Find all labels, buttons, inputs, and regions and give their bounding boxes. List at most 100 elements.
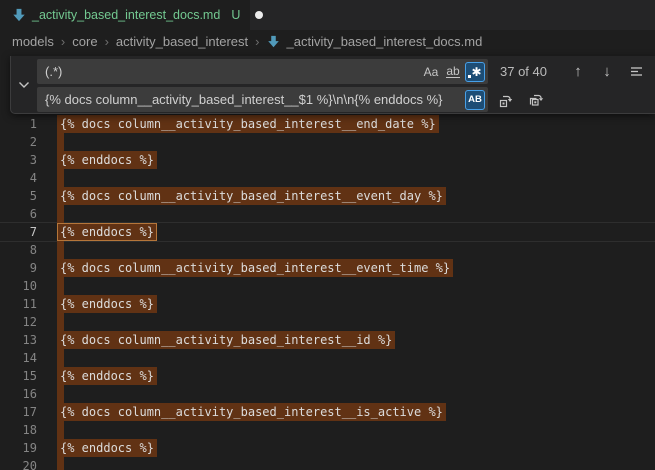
- match-count: 37 of 40: [500, 64, 560, 79]
- regex-button[interactable]: ✱: [465, 62, 485, 82]
- find-match: {% docs column__activity_based_interest_…: [57, 403, 446, 421]
- code-line[interactable]: 3 {% enddocs %}: [0, 151, 655, 169]
- preserve-case-button[interactable]: AB: [465, 90, 485, 110]
- code-line[interactable]: 16: [0, 385, 655, 403]
- find-match: {% enddocs %}: [57, 151, 157, 169]
- line-number: 17: [0, 403, 37, 421]
- line-number: 8: [0, 241, 37, 259]
- toggle-replace-chevron-icon[interactable]: [15, 76, 33, 94]
- find-match: {% docs column__activity_based_interest_…: [57, 331, 395, 349]
- code-line[interactable]: 7 {% enddocs %}: [0, 223, 655, 241]
- chevron-right-icon: ›: [61, 34, 65, 49]
- find-match: {% docs column__activity_based_interest_…: [57, 187, 446, 205]
- line-content: [60, 205, 64, 223]
- breadcrumb-item-core[interactable]: core: [72, 34, 97, 49]
- editor: (.*) Aa ab ✱ 37 of 40 ↑ ↓ ✕: [0, 52, 655, 470]
- chevron-right-icon: ›: [255, 34, 259, 49]
- tab-bar: _activity_based_interest_docs.md U: [0, 0, 655, 30]
- code-line[interactable]: 13 {% docs column__activity_based_interes…: [0, 331, 655, 349]
- code-line[interactable]: 12: [0, 313, 655, 331]
- previous-match-icon[interactable]: ↑: [569, 63, 587, 81]
- unsaved-changes-dot-icon[interactable]: [255, 11, 263, 19]
- line-content: [60, 421, 64, 439]
- line-number: 3: [0, 151, 37, 169]
- line-content: {% enddocs %}: [60, 295, 157, 313]
- find-match-empty-highlight: [57, 241, 64, 259]
- line-number: 14: [0, 349, 37, 367]
- find-match: {% enddocs %}: [57, 367, 157, 385]
- code-line[interactable]: 8: [0, 241, 655, 259]
- next-match-icon[interactable]: ↓: [598, 63, 616, 81]
- line-number: 12: [0, 313, 37, 331]
- find-match-empty-highlight: [57, 421, 64, 439]
- code-line[interactable]: 14: [0, 349, 655, 367]
- match-case-button[interactable]: Aa: [421, 62, 441, 82]
- line-number: 2: [0, 133, 37, 151]
- line-content: [60, 241, 64, 259]
- find-match-empty-highlight: [57, 385, 64, 403]
- breadcrumb: models › core › activity_based_interest …: [0, 30, 655, 52]
- find-match-empty-highlight: [57, 205, 64, 223]
- find-query: (.*): [45, 64, 419, 79]
- code-line[interactable]: 15{% enddocs %}: [0, 367, 655, 385]
- find-match-empty-highlight: [57, 277, 64, 295]
- line-number: 10: [0, 277, 37, 295]
- line-content: [60, 313, 64, 331]
- line-number: 4: [0, 169, 37, 187]
- code-line[interactable]: 5 {% docs column__activity_based_interest…: [0, 187, 655, 205]
- line-number: 19: [0, 439, 37, 457]
- replace-input[interactable]: {% docs column__activity_based_interest_…: [37, 87, 488, 112]
- find-match: {% docs column__activity_based_interest_…: [57, 259, 453, 277]
- code-line[interactable]: 2: [0, 133, 655, 151]
- line-number: 6: [0, 205, 37, 223]
- code-line[interactable]: 4: [0, 169, 655, 187]
- replace-row: {% docs column__activity_based_interest_…: [37, 87, 655, 112]
- find-input[interactable]: (.*) Aa ab ✱: [37, 59, 488, 84]
- code-line[interactable]: 10: [0, 277, 655, 295]
- line-content: [60, 277, 64, 295]
- line-number: 5: [0, 187, 37, 205]
- markdown-file-icon: [267, 35, 280, 48]
- line-content: {% docs column__activity_based_interest_…: [60, 259, 453, 277]
- line-content: {% docs column__activity_based_interest_…: [60, 403, 446, 421]
- line-number: 1: [0, 115, 37, 133]
- line-content: {% enddocs %}: [60, 439, 157, 457]
- line-content: [60, 349, 64, 367]
- code-line[interactable]: 18: [0, 421, 655, 439]
- code-line[interactable]: 19 {% enddocs %}: [0, 439, 655, 457]
- line-number: 7: [0, 223, 37, 241]
- replace-all-icon[interactable]: [527, 91, 545, 109]
- whole-word-button[interactable]: ab: [443, 62, 463, 82]
- code-line[interactable]: 17 {% docs column__activity_based_interes…: [0, 403, 655, 421]
- code-lines: 1 {% docs column__activity_based_interest…: [0, 115, 655, 470]
- code-line[interactable]: 1 {% docs column__activity_based_interest…: [0, 115, 655, 133]
- line-number: 11: [0, 295, 37, 313]
- code-line[interactable]: 6: [0, 205, 655, 223]
- find-row: (.*) Aa ab ✱ 37 of 40 ↑ ↓ ✕: [37, 59, 655, 84]
- line-content: [60, 169, 64, 187]
- line-content: [60, 385, 64, 403]
- code-line[interactable]: 20: [0, 457, 655, 470]
- line-content: {% docs column__activity_based_interest_…: [60, 187, 446, 205]
- find-match-empty-highlight: [57, 457, 64, 470]
- find-match-empty-highlight: [57, 133, 64, 151]
- find-match-empty-highlight: [57, 349, 64, 367]
- breadcrumb-item-file[interactable]: _activity_based_interest_docs.md: [287, 34, 483, 49]
- replace-value: {% docs column__activity_based_interest_…: [45, 92, 463, 107]
- line-content: [60, 133, 64, 151]
- line-content: {% enddocs %}: [60, 223, 157, 241]
- code-line[interactable]: 11 {% enddocs %}: [0, 295, 655, 313]
- code-line[interactable]: 9{% docs column__activity_based_interest…: [0, 259, 655, 277]
- line-content: {% enddocs %}: [60, 367, 157, 385]
- replace-icon[interactable]: [497, 91, 515, 109]
- find-in-selection-icon[interactable]: [627, 63, 645, 81]
- breadcrumb-item-models[interactable]: models: [12, 34, 54, 49]
- line-content: {% docs column__activity_based_interest_…: [60, 115, 439, 133]
- find-match-empty-highlight: [57, 313, 64, 331]
- line-content: {% docs column__activity_based_interest_…: [60, 331, 395, 349]
- line-content: {% enddocs %}: [60, 151, 157, 169]
- markdown-file-icon: [12, 8, 26, 22]
- editor-tab[interactable]: _activity_based_interest_docs.md U: [0, 0, 250, 30]
- breadcrumb-item-folder[interactable]: activity_based_interest: [116, 34, 248, 49]
- line-number: 13: [0, 331, 37, 349]
